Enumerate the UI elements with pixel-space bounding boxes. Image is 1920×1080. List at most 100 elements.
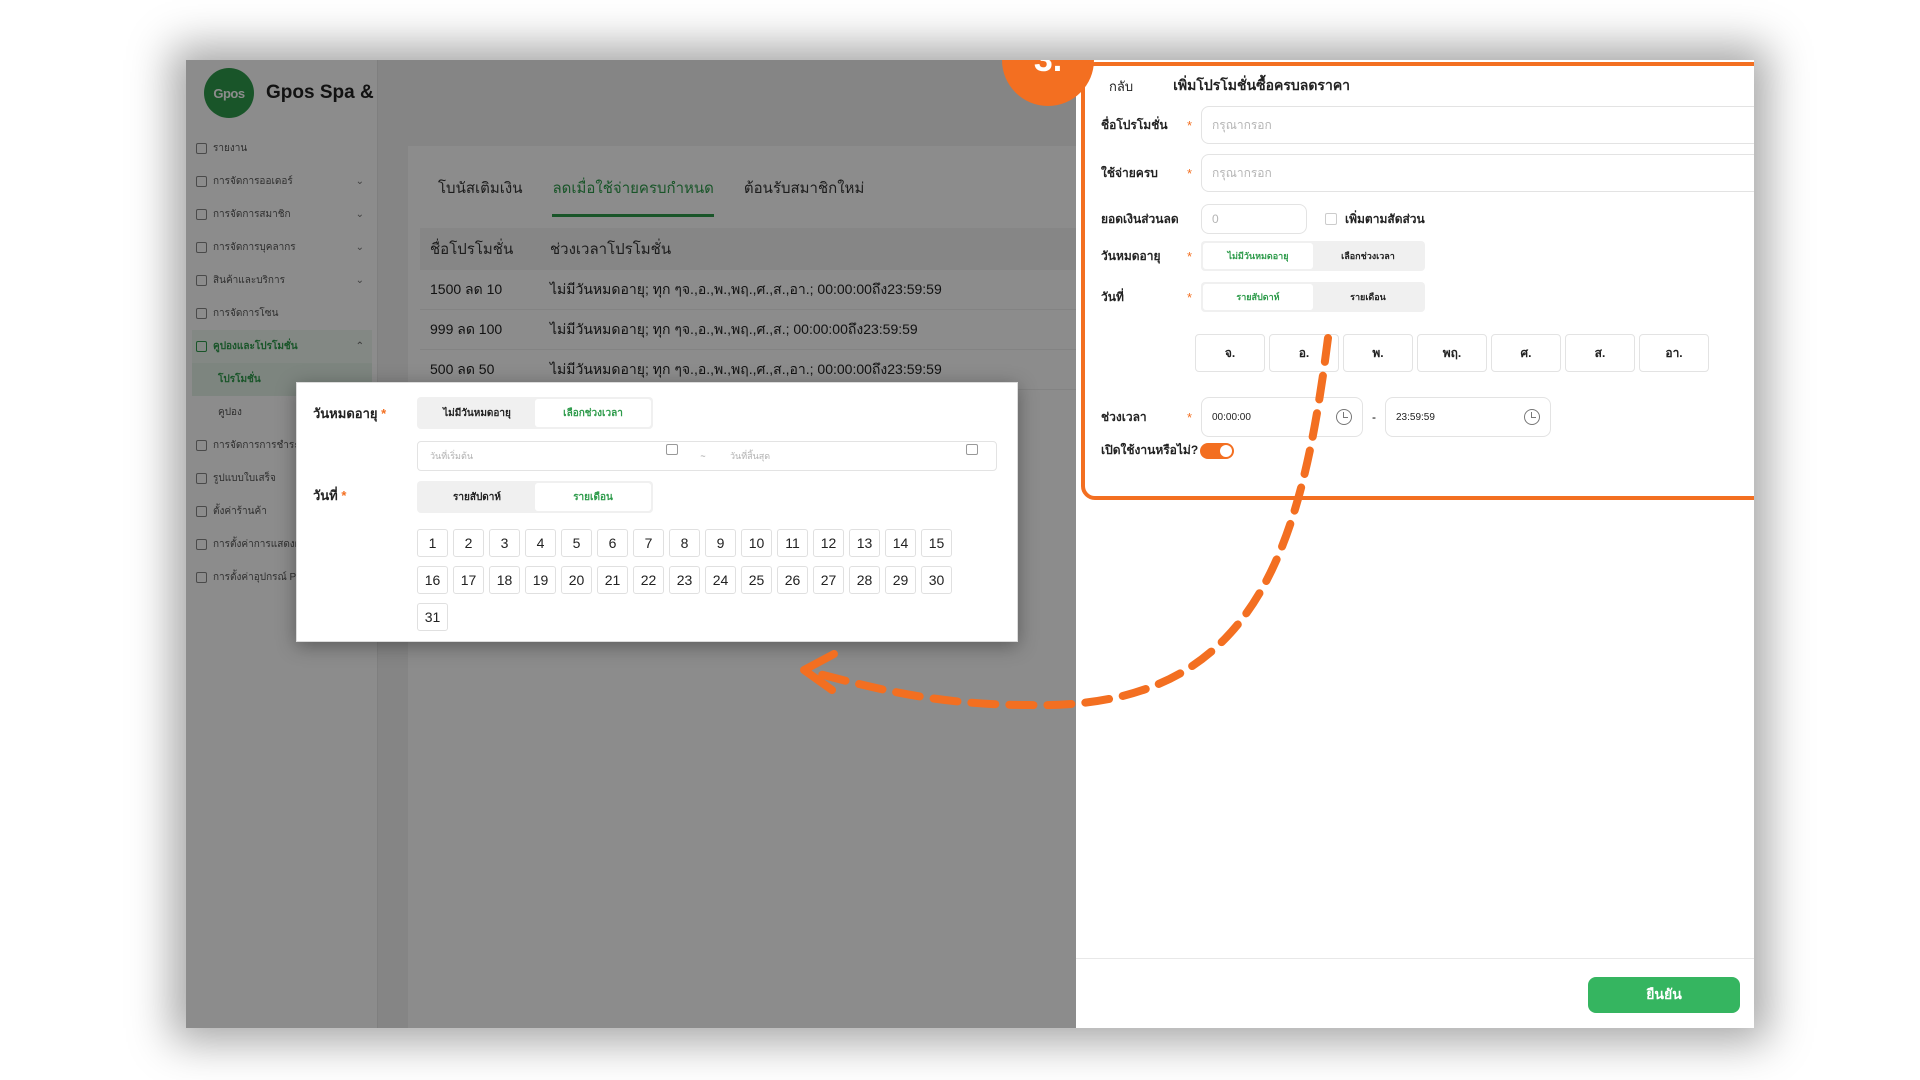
day-button[interactable]: 4 <box>525 529 556 557</box>
weekday-button[interactable]: พ. <box>1343 334 1413 372</box>
day-button[interactable]: 7 <box>633 529 664 557</box>
popup-date-label: วันที่ * <box>313 488 347 503</box>
date-option-weekly[interactable]: รายสัปดาห์ <box>1203 284 1313 310</box>
day-button[interactable]: 23 <box>669 566 700 594</box>
drawer-footer: ยืนยัน <box>1076 958 1754 1028</box>
spend-amount-input[interactable]: กรุณากรอก <box>1201 154 1754 192</box>
day-button[interactable]: 1 <box>417 529 448 557</box>
day-button[interactable]: 25 <box>741 566 772 594</box>
required-mark: * <box>381 406 387 421</box>
day-button[interactable]: 8 <box>669 529 700 557</box>
calendar-icon <box>966 444 978 455</box>
day-button[interactable]: 13 <box>849 529 880 557</box>
popup-expiry-label: วันหมดอายุ * <box>313 406 387 421</box>
name-label: ชื่อโปรโมชั่น <box>1101 117 1168 132</box>
required-mark: * <box>1187 248 1193 264</box>
day-button[interactable]: 26 <box>777 566 808 594</box>
day-button[interactable]: 10 <box>741 529 772 557</box>
weekday-button[interactable]: ส. <box>1565 334 1635 372</box>
expiry-option-range[interactable]: เลือกช่วงเวลา <box>1313 243 1423 269</box>
required-mark: * <box>341 488 347 503</box>
day-button[interactable]: 11 <box>777 529 808 557</box>
add-promo-drawer: กลับ เพิ่มโปรโมชั่นซื้อครบลดราคา ชื่อโปร… <box>1076 60 1754 1028</box>
day-button[interactable]: 20 <box>561 566 592 594</box>
percent-checkbox[interactable] <box>1325 213 1337 225</box>
day-button[interactable]: 5 <box>561 529 592 557</box>
day-button[interactable]: 9 <box>705 529 736 557</box>
day-button[interactable]: 6 <box>597 529 628 557</box>
expiry-row: วันหมดอายุ * ไม่มีวันหมดอายุ เลือกช่วงเวล… <box>1101 241 1425 271</box>
day-button[interactable]: 30 <box>921 566 952 594</box>
discount-amount-input[interactable]: 0 <box>1201 204 1307 234</box>
time-end-value: 23:59:59 <box>1396 411 1435 423</box>
day-button[interactable]: 3 <box>489 529 520 557</box>
percent-label: เพิ่มตามสัดส่วน <box>1345 211 1425 226</box>
time-row: ช่วงเวลา * 00:00:00 - 23:59:59 <box>1101 397 1551 437</box>
day-button[interactable]: 12 <box>813 529 844 557</box>
screenshot-frame: Gpos Gpos Spa & Massage รายงาน การจัดการอ… <box>186 60 1754 1028</box>
day-button[interactable]: 17 <box>453 566 484 594</box>
day-button[interactable]: 29 <box>885 566 916 594</box>
weekday-button[interactable]: อ. <box>1269 334 1339 372</box>
end-date-input[interactable]: วันที่สิ้นสุด <box>718 444 988 463</box>
time-end-input[interactable]: 23:59:59 <box>1385 397 1551 437</box>
toggle-knob <box>1220 444 1233 457</box>
spend-row: ใช้จ่ายครบ * กรุณากรอก <box>1101 154 1754 192</box>
start-date-input[interactable]: วันที่เริ่มต้น <box>418 444 688 463</box>
popup-date-segmented: รายสัปดาห์ รายเดือน <box>417 481 653 513</box>
weekday-button[interactable]: อา. <box>1639 334 1709 372</box>
popup-date-option-monthly[interactable]: รายเดือน <box>535 483 651 511</box>
name-row: ชื่อโปรโมชั่น * กรุณากรอก <box>1101 106 1754 144</box>
day-button[interactable]: 14 <box>885 529 916 557</box>
day-button[interactable]: 16 <box>417 566 448 594</box>
popup-date-option-weekly[interactable]: รายสัปดาห์ <box>419 483 535 511</box>
popup-expiry-option-range[interactable]: เลือกช่วงเวลา <box>535 399 651 427</box>
weekday-button[interactable]: ศ. <box>1491 334 1561 372</box>
popup-expiry-option-none[interactable]: ไม่มีวันหมดอายุ <box>419 399 535 427</box>
date-segmented: รายสัปดาห์ รายเดือน <box>1201 282 1425 312</box>
month-day-picker: 1 2 3 4 5 6 7 8 9 10 11 12 13 14 15 16 17 18 19 20 21 22 23 24 2… <box>417 529 977 640</box>
day-button[interactable]: 31 <box>417 603 448 631</box>
date-option-monthly[interactable]: รายเดือน <box>1313 284 1423 310</box>
zoom-callout: วันหมดอายุ * ไม่มีวันหมดอายุ เลือกช่วงเว… <box>296 382 1018 642</box>
date-range-picker[interactable]: วันที่เริ่มต้น ~ วันที่สิ้นสุด <box>417 441 997 471</box>
day-button[interactable]: 24 <box>705 566 736 594</box>
required-mark: * <box>1187 117 1193 133</box>
time-start-input[interactable]: 00:00:00 <box>1201 397 1363 437</box>
time-start-value: 00:00:00 <box>1212 411 1251 423</box>
spend-label: ใช้จ่ายครบ <box>1101 165 1158 180</box>
enable-label: เปิดใช้งานหรือไม่? <box>1101 443 1199 457</box>
day-button[interactable]: 18 <box>489 566 520 594</box>
day-button[interactable]: 15 <box>921 529 952 557</box>
day-button[interactable]: 22 <box>633 566 664 594</box>
expiry-segmented: ไม่มีวันหมดอายุ เลือกช่วงเวลา <box>1201 241 1425 271</box>
enable-row: เปิดใช้งานหรือไม่? <box>1101 441 1235 460</box>
day-button[interactable]: 19 <box>525 566 556 594</box>
percent-checkbox-group[interactable]: เพิ่มตามสัดส่วน <box>1325 210 1425 229</box>
clock-icon <box>1524 409 1540 425</box>
expiry-option-none[interactable]: ไม่มีวันหมดอายุ <box>1203 243 1313 269</box>
promo-name-input[interactable]: กรุณากรอก <box>1201 106 1754 144</box>
highlight-box: กลับ เพิ่มโปรโมชั่นซื้อครบลดราคา ชื่อโปร… <box>1081 62 1754 500</box>
required-mark: * <box>1187 165 1193 181</box>
weekday-button[interactable]: จ. <box>1195 334 1265 372</box>
time-separator: - <box>1372 410 1376 424</box>
weekday-button[interactable]: พฤ. <box>1417 334 1487 372</box>
expiry-label: วันหมดอายุ <box>1101 248 1161 263</box>
enable-toggle[interactable] <box>1200 442 1235 459</box>
popup-expiry-segmented: ไม่มีวันหมดอายุ เลือกช่วงเวลา <box>417 397 653 429</box>
date-label: วันที่ <box>1101 289 1124 304</box>
day-button[interactable]: 27 <box>813 566 844 594</box>
day-button[interactable]: 2 <box>453 529 484 557</box>
back-button[interactable]: กลับ <box>1109 76 1133 97</box>
drawer-header: กลับ เพิ่มโปรโมชั่นซื้อครบลดราคา <box>1109 74 1350 98</box>
clock-icon <box>1336 409 1352 425</box>
date-row: วันที่ * รายสัปดาห์ รายเดือน <box>1101 282 1425 312</box>
weekday-picker: จ. อ. พ. พฤ. ศ. ส. อา. <box>1195 334 1713 372</box>
day-button[interactable]: 28 <box>849 566 880 594</box>
confirm-button[interactable]: ยืนยัน <box>1588 977 1740 1013</box>
discount-row: ยอดเงินส่วนลด 0 เพิ่มตามสัดส่วน <box>1101 204 1425 234</box>
required-mark: * <box>1187 289 1193 305</box>
day-button[interactable]: 21 <box>597 566 628 594</box>
calendar-icon <box>666 444 678 455</box>
